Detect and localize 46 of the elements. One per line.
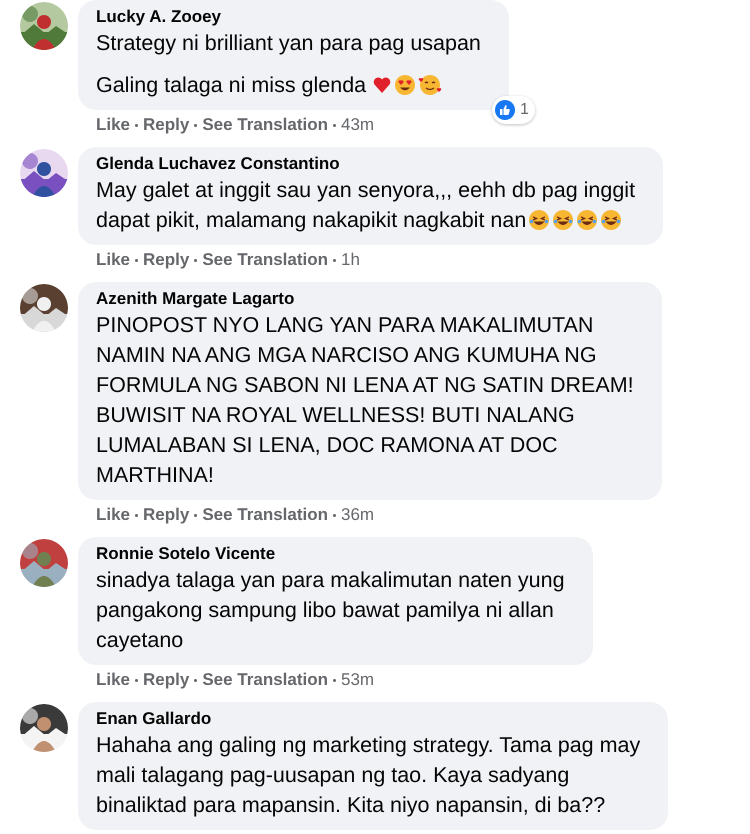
author-name[interactable]: Glenda Luchavez Constantino [96, 153, 340, 175]
author-name[interactable]: Ronnie Sotelo Vicente [96, 543, 276, 565]
comment-text: Strategy ni brilliant yan para pag usapan [96, 30, 481, 57]
reaction-badge[interactable]: 1 [492, 96, 535, 124]
comment-text: Hahaha ang galing ng marketing strategy. Tama pag may [96, 732, 640, 759]
action-link[interactable]: Like [96, 250, 130, 270]
action-link[interactable]: Reply [143, 250, 190, 270]
thumbs-up-icon [494, 100, 515, 120]
author-name[interactable]: Lucky A. Zooey [96, 6, 222, 28]
heart-emoji-icon [372, 75, 392, 95]
timestamp[interactable]: 1h [341, 250, 360, 270]
laughing-emoji-icon [600, 209, 622, 231]
action-link[interactable]: Reply [143, 115, 190, 135]
timestamp[interactable]: 53m [341, 670, 374, 690]
laughing-emoji-icon [552, 209, 574, 231]
author-name[interactable]: Azenith Margate Lagarto [96, 288, 294, 310]
action-link[interactable]: Like [96, 115, 130, 135]
comment-text: Galing talaga ni miss glenda [96, 72, 366, 99]
action-link[interactable]: Reply [143, 505, 190, 525]
laughing-emoji-icon [528, 209, 550, 231]
action-link[interactable]: See Translation [202, 250, 328, 270]
timestamp[interactable]: 36m [341, 505, 374, 525]
comment-text: sinadya talaga yan para makalimutan naten yung [96, 567, 565, 594]
smiling-hearts-emoji-icon [418, 74, 442, 96]
comment-text: pangakong sampung libo bawat pamilya ni allan [96, 597, 554, 624]
action-link[interactable]: See Translation [202, 670, 328, 690]
action-link[interactable]: See Translation [202, 505, 328, 525]
comment-text: dapat pikit, malamang nakapikit nagkabit nan [96, 207, 526, 234]
comment-text: MARTHINA! [96, 462, 214, 489]
comment-text: binaliktad para mapansin. Kita niyo napansin, di ba?? [96, 792, 606, 819]
action-link[interactable]: Like [96, 670, 130, 690]
comment-text: FORMULA NG SABON NI LENA AT NG SATIN DREAM! [96, 372, 634, 399]
action-link[interactable]: See Translation [202, 115, 328, 135]
heart-eyes-emoji-icon [394, 74, 416, 96]
comment-text: LUMALABAN SI LENA, DOC RAMONA AT DOC [96, 432, 558, 459]
action-link[interactable]: Like [96, 505, 130, 525]
comment-text: cayetano [96, 627, 184, 654]
comment-text: BUWISIT NA ROYAL WELLNESS! BUTI NALANG [96, 402, 575, 429]
comment-text: PINOPOST NYO LANG YAN PARA MAKALIMUTAN [96, 312, 594, 339]
author-name[interactable]: Enan Gallardo [96, 708, 212, 730]
comment-text: May galet at inggit sau yan senyora,,, eehh db pag inggit [96, 177, 636, 204]
comment-text: NAMIN NA ANG MGA NARCISO ANG KUMUHA NG [96, 342, 597, 369]
laughing-emoji-icon [576, 209, 598, 231]
comment-text: mali talagang pag-uusapan ng tao. Kaya sadyang [96, 762, 570, 789]
timestamp[interactable]: 43m [341, 115, 374, 135]
action-link[interactable]: Reply [143, 670, 190, 690]
